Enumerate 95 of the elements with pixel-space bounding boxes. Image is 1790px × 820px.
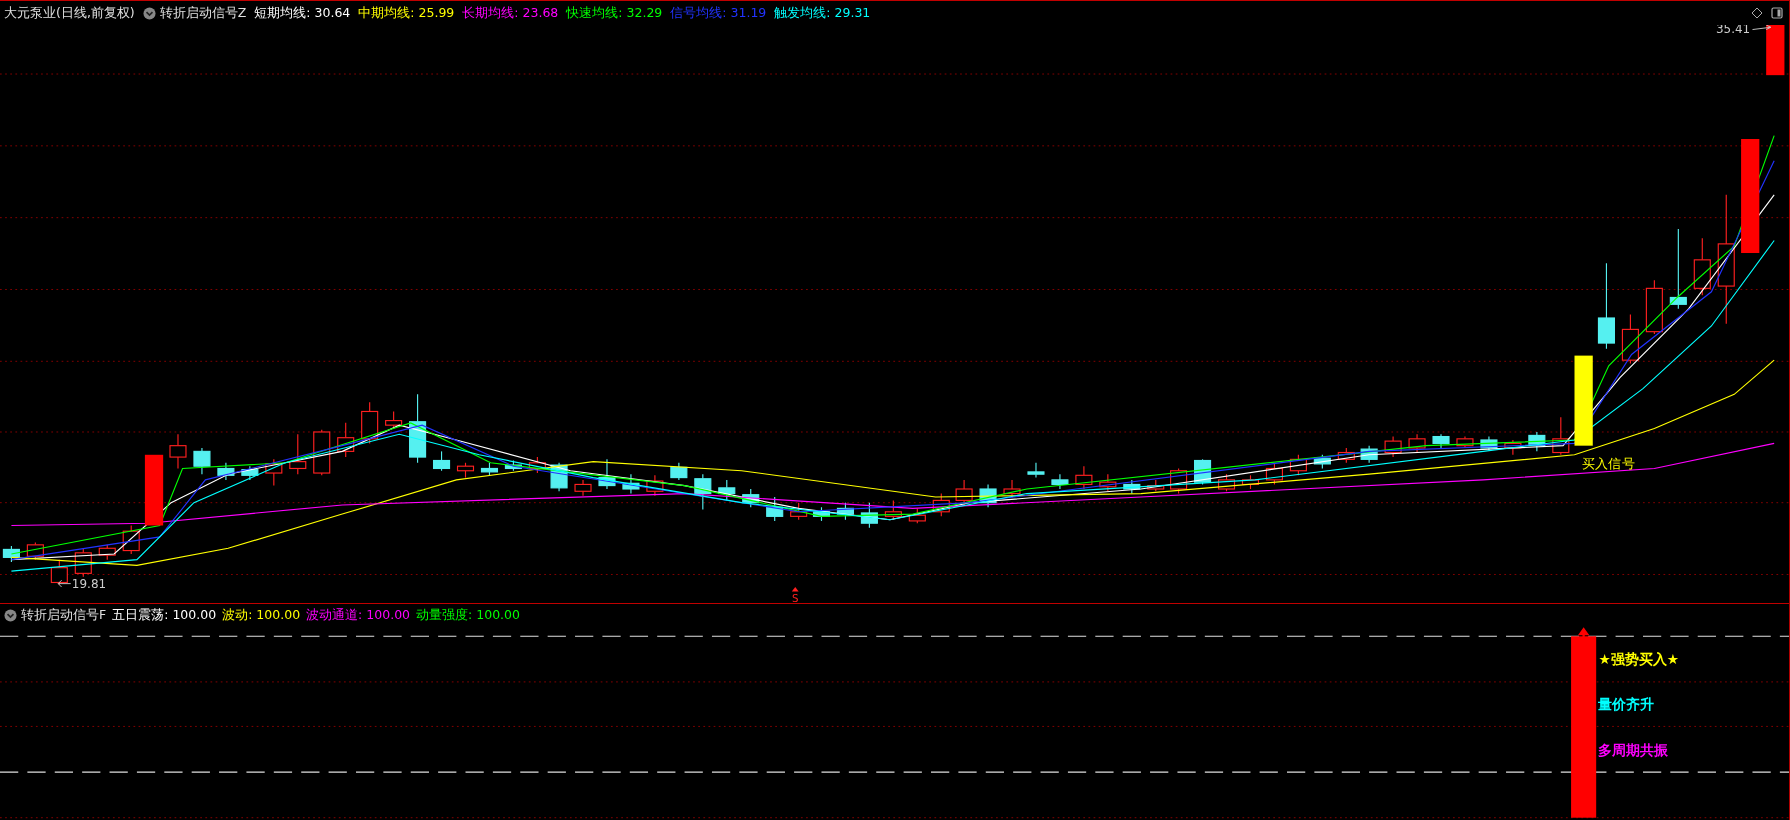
candlestick [1504, 439, 1522, 456]
candlestick [836, 502, 854, 521]
candlestick [908, 507, 926, 524]
candlestick [409, 393, 427, 464]
arrow-icon [1577, 627, 1590, 638]
candlestick [528, 456, 546, 474]
caret-icon [791, 587, 799, 592]
candlestick [241, 465, 259, 481]
candlestick [1289, 454, 1307, 476]
indicator-value: 长期均线: 23.68 [462, 4, 559, 22]
price-low-label: 19.81 [71, 577, 107, 592]
candlestick [1456, 436, 1474, 449]
candlestick [1645, 279, 1663, 335]
candlestick [1099, 473, 1117, 492]
signal-label: 量价齐升 [1598, 696, 1655, 713]
candlestick [1360, 445, 1378, 464]
candlestick [718, 479, 736, 501]
candlestick [1432, 433, 1450, 449]
panel-toggle-icon[interactable] [1771, 7, 1783, 19]
candlestick [1027, 462, 1045, 479]
candlestick [646, 474, 664, 497]
candlestick [670, 462, 688, 481]
marker-label: S [792, 591, 799, 603]
indicator-name: 转折启动信号Z [159, 4, 247, 22]
candlestick [361, 401, 379, 444]
indicator-value: 波动: 100.00 [222, 606, 301, 624]
candlestick [74, 547, 92, 578]
candlestick [26, 542, 44, 561]
candlestick [122, 524, 140, 555]
candlestick [742, 488, 760, 508]
candlestick [2, 545, 20, 563]
candlestick [265, 458, 283, 487]
price-high-label: 35.41 [1715, 25, 1751, 36]
candlestick [456, 462, 475, 479]
candlestick [766, 496, 784, 522]
signal-label: ★强势买入★ [1598, 650, 1679, 667]
candlestick [98, 544, 116, 561]
indicator-value: 短期均线: 30.64 [254, 4, 351, 22]
signal-label: 多周期共振 [1598, 741, 1669, 758]
candlestick [1552, 416, 1570, 456]
candlestick [1147, 479, 1165, 492]
arrow-icon [1752, 25, 1772, 30]
candlestick [955, 479, 973, 506]
arrow-icon [57, 579, 72, 588]
candlestick [1051, 473, 1069, 490]
signal-bar [144, 454, 164, 526]
candlestick [1528, 431, 1546, 452]
candlestick [385, 410, 403, 430]
candlestick [574, 479, 592, 497]
candlestick [622, 473, 640, 495]
candlestick [1408, 433, 1426, 454]
indicator-value: 波动通道: 100.00 [306, 606, 411, 624]
candlestick [193, 447, 211, 475]
candlestick [932, 493, 950, 517]
candlestick [1217, 473, 1236, 492]
candlestick [1693, 237, 1711, 296]
candlestick [694, 473, 712, 511]
stock-title: 大元泵业(日线,前复权) [4, 4, 135, 22]
signal-bar [1766, 25, 1785, 76]
indicator-value: 动量强度: 100.00 [416, 606, 520, 624]
candlestick [169, 433, 187, 470]
candlestick [812, 506, 831, 522]
indicator-value: 触发均线: 29.31 [774, 4, 871, 22]
indicator-name: 转折启动信号F [21, 606, 107, 624]
diamond-icon[interactable] [1751, 7, 1763, 19]
candlestick [337, 422, 355, 458]
indicator-value: 中期均线: 25.99 [358, 4, 455, 22]
candlestick [217, 462, 235, 481]
candlestick [1621, 314, 1639, 365]
candlestick [598, 458, 616, 490]
indicator-value: 快速均线: 32.29 [566, 4, 663, 22]
candlestick [480, 462, 498, 476]
candlestick [1337, 447, 1355, 464]
candlestick [1075, 465, 1093, 490]
dropdown-icon[interactable] [142, 6, 156, 20]
indicator-value: 五日震荡: 100.00 [112, 606, 217, 624]
candlestick [433, 450, 451, 472]
candlestick [1384, 436, 1402, 458]
candlestick [289, 433, 307, 475]
candlestick [1313, 454, 1331, 470]
candlestick [884, 499, 902, 521]
indicator-value: 信号均线: 31.19 [670, 4, 767, 22]
candlestick [860, 502, 878, 529]
candlestick [504, 459, 522, 472]
candlestick [1170, 467, 1188, 495]
candlestick [50, 559, 68, 586]
dropdown-icon[interactable] [4, 608, 17, 622]
candlestick [1265, 462, 1283, 485]
candlestick [313, 429, 331, 476]
buy-signal-label: 买入信号 [1582, 456, 1635, 472]
candlestick [790, 502, 808, 521]
candlestick [979, 483, 997, 508]
candlestick [1480, 436, 1498, 451]
candlestick [1241, 474, 1260, 490]
candlestick [1123, 479, 1141, 495]
